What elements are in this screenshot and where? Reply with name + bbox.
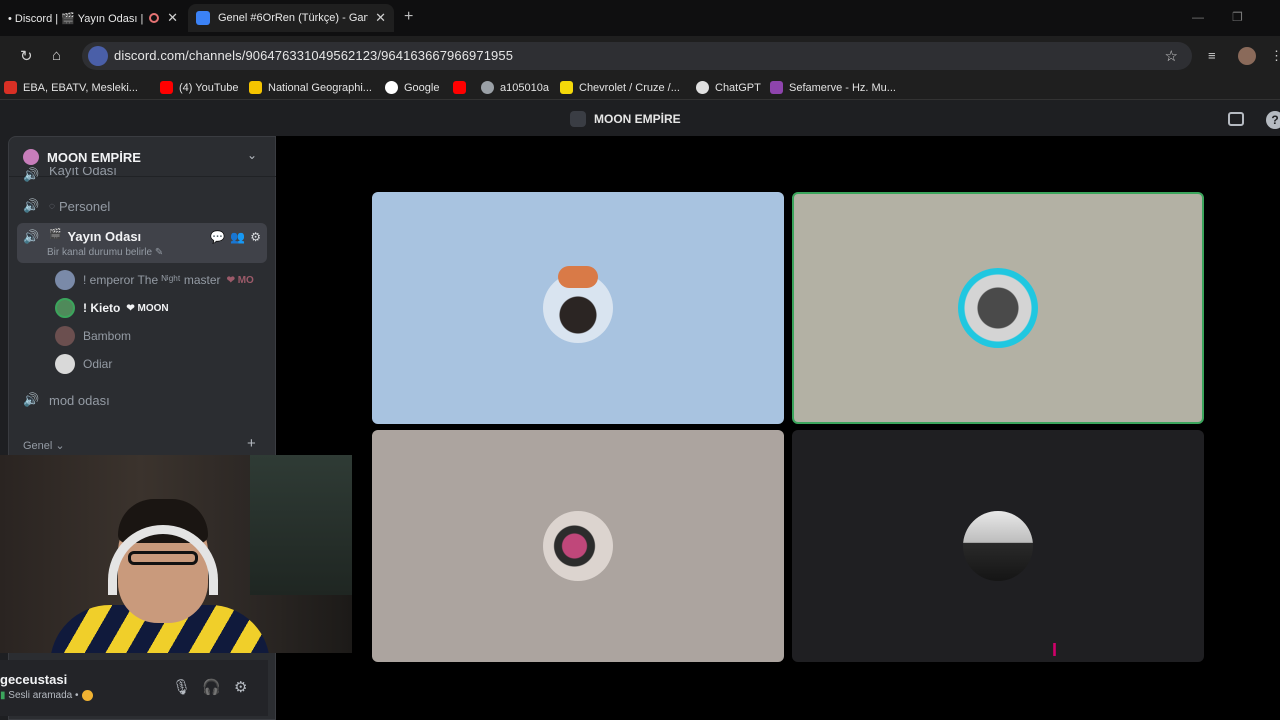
text-cursor-icon: I: [1052, 640, 1058, 660]
youtube-icon: [160, 81, 173, 94]
bookmark-item[interactable]: [453, 81, 472, 94]
help-icon[interactable]: ?: [1266, 111, 1280, 129]
chat-icon[interactable]: 💬: [210, 230, 225, 244]
participant-tile[interactable]: [372, 430, 784, 662]
tab-genel[interactable]: Genel #6OrRen (Türkçe) - Garti ✕: [188, 4, 394, 32]
s-icon: [770, 81, 783, 94]
participant-tile[interactable]: [792, 430, 1204, 662]
inbox-icon[interactable]: [1228, 112, 1244, 126]
bookmark-item[interactable]: Sefamerve - Hz. Mu...: [770, 81, 896, 94]
chevron-down-icon[interactable]: ⌄: [247, 148, 257, 162]
avatar: [958, 268, 1038, 348]
add-channel-icon[interactable]: +: [247, 435, 256, 452]
profile-avatar[interactable]: [1238, 47, 1256, 65]
user-status: ▮ Sesli aramada •: [0, 690, 93, 701]
tab-favicon-icon: [196, 11, 210, 25]
gear-icon[interactable]: ⚙: [234, 678, 247, 696]
bookmark-item[interactable]: ChatGPT: [696, 81, 761, 94]
speaker-icon: 🔊: [23, 229, 40, 244]
signal-icon: ▮: [0, 690, 6, 702]
server-logo-icon: [570, 111, 586, 127]
close-tab-icon[interactable]: ✕: [375, 10, 386, 26]
reload-icon[interactable]: ↻: [20, 47, 33, 65]
avatar: [55, 298, 75, 318]
bookmark-item[interactable]: Chevrolet / Cruze /...: [560, 81, 680, 94]
tab-title: • Discord | 🎬 Yayın Odası |: [8, 12, 144, 25]
video-stage: [276, 136, 1280, 720]
url-text: discord.com/channels/906476331049562123/…: [114, 48, 514, 63]
globe-icon: [481, 81, 494, 94]
voice-user[interactable]: Odiar: [55, 351, 112, 377]
avatar: [55, 354, 75, 374]
youtube-icon: [453, 81, 466, 94]
tab-title: Genel #6OrRen (Türkçe) - Garti: [218, 12, 368, 24]
discord-title-bar: MOON EMPİRE ?: [0, 104, 1280, 136]
bookmark-item[interactable]: (4) YouTube: [160, 81, 239, 94]
browser-toolbar: ↻ ⌂ discord.com/channels/906476331049562…: [0, 36, 1280, 76]
channel-personel[interactable]: 🔊 ◌ Personel: [17, 192, 267, 220]
participant-tile[interactable]: [372, 192, 784, 424]
bookmarks-bar: EBA, EBATV, Mesleki... (4) YouTube Natio…: [0, 76, 1280, 100]
user-panel: geceustasi ▮ Sesli aramada • 🎙 🎧 ⚙: [0, 660, 268, 716]
server-name: MOON EMPİRE: [47, 150, 141, 165]
emoji-icon: [81, 690, 93, 701]
bookmark-favicon-icon: [4, 81, 17, 94]
bookmark-item[interactable]: National Geographi...: [249, 81, 372, 94]
site-info-icon[interactable]: [88, 46, 108, 66]
menu-icon[interactable]: ⋮: [1270, 48, 1280, 64]
server-icon: [23, 149, 39, 165]
voice-user[interactable]: ! emperor The ᴺⁱᵍʰᵗ master ❤ MO: [55, 267, 254, 293]
browser-tab-bar: • Discord | 🎬 Yayın Odası | ✕ Genel #6Or…: [0, 0, 1280, 36]
channel-yayin-odasi[interactable]: 🔊 🎬 Yayın Odası Bir kanal durumu belirle…: [17, 223, 267, 263]
category-genel[interactable]: Genel ⌄: [23, 439, 65, 452]
microphone-icon[interactable]: 🎙: [172, 678, 191, 696]
voice-user[interactable]: ! Kieto ❤ MOON: [55, 295, 169, 321]
address-bar[interactable]: discord.com/channels/906476331049562123/…: [82, 42, 1192, 70]
invite-icon[interactable]: 👥: [230, 230, 245, 244]
gear-icon[interactable]: ⚙: [250, 230, 261, 244]
channel-kayit[interactable]: 🔊 Kayıt Odası: [17, 167, 267, 183]
home-icon[interactable]: ⌂: [52, 47, 61, 64]
speaker-icon: 🔊: [23, 167, 40, 182]
tab-discord[interactable]: • Discord | 🎬 Yayın Odası | ✕: [0, 4, 186, 32]
cat-sticker-icon: [558, 266, 598, 288]
bookmark-item[interactable]: Google: [385, 81, 439, 94]
channel-mod-odasi[interactable]: 🔊 mod odası: [17, 386, 267, 414]
shield-icon: ◌: [49, 200, 55, 212]
recording-icon: [149, 13, 160, 23]
participant-tile-speaking[interactable]: [792, 192, 1204, 424]
bookmark-star-icon[interactable]: ☆: [1165, 47, 1178, 65]
speaker-icon: 🔊: [23, 392, 40, 407]
channel-status[interactable]: Bir kanal durumu belirle ✎: [47, 247, 163, 258]
clapper-icon: 🎬: [49, 229, 62, 240]
close-tab-icon[interactable]: ✕: [167, 10, 178, 26]
headphones-icon[interactable]: 🎧: [202, 678, 221, 696]
maximize-icon[interactable]: ❐: [1232, 10, 1243, 24]
new-tab-button[interactable]: +: [404, 8, 413, 26]
avatar: [55, 326, 75, 346]
google-icon: [385, 81, 398, 94]
avatar: [543, 511, 613, 581]
natgeo-icon: [249, 81, 262, 94]
avatar: [55, 270, 75, 290]
minimize-icon[interactable]: —: [1192, 10, 1204, 24]
username[interactable]: geceustasi: [0, 672, 67, 687]
avatar: [963, 511, 1033, 581]
voice-user[interactable]: Bambom: [55, 323, 131, 349]
webcam-overlay: [0, 455, 352, 653]
media-icon[interactable]: ≡: [1208, 48, 1216, 63]
bookmark-item[interactable]: a105010a: [481, 81, 549, 94]
s-icon: [560, 81, 573, 94]
server-title: MOON EMPİRE: [570, 111, 681, 127]
speaker-icon: 🔊: [23, 198, 40, 213]
bookmark-item[interactable]: EBA, EBATV, Mesleki...: [4, 81, 138, 94]
chatgpt-icon: [696, 81, 709, 94]
